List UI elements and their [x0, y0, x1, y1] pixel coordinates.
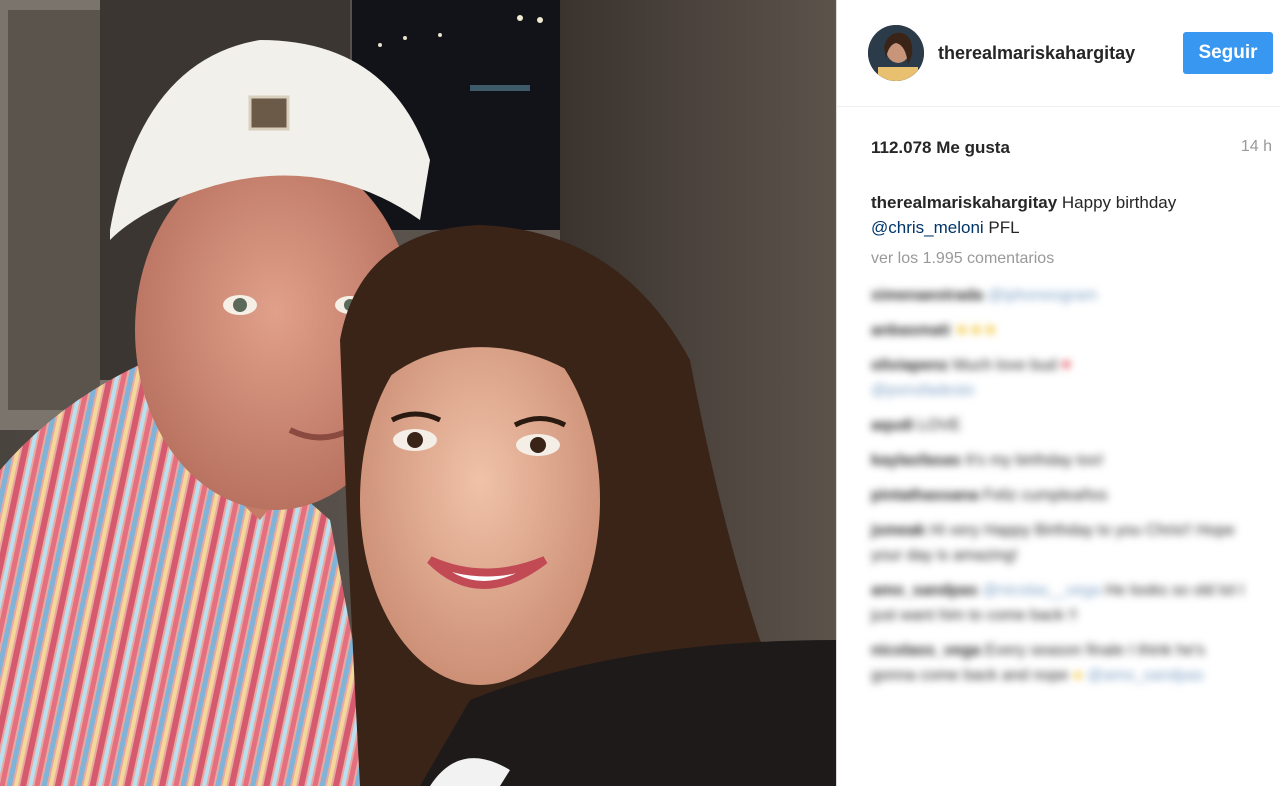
comment-item: anbasmati ★★★ — [871, 318, 1251, 343]
comment-list: ximenaestrada @iphoneogram anbasmati ★★★… — [871, 283, 1251, 698]
post-header: therealmariskahargitay Seguir — [837, 0, 1280, 107]
emoji-icon: ● — [1072, 667, 1083, 684]
comment-item: kaylasfasas It's my birthday too! — [871, 448, 1251, 473]
comment-text: Hi very Happy Birthday to you Chris!! Ho… — [871, 522, 1235, 564]
comment-username[interactable]: ximenaestrada — [871, 287, 983, 304]
comment-mention[interactable]: @nicolas__vega — [982, 582, 1101, 599]
comment-username[interactable]: jsmeak — [871, 522, 925, 539]
comment-mention[interactable]: @amo_sandpas — [1087, 667, 1204, 684]
comment-username[interactable]: amo_sandpas — [871, 582, 978, 599]
emoji-icon: ★★★ — [954, 322, 998, 339]
comment-item: aqudi LOVE — [871, 413, 1251, 438]
comment-username[interactable]: aqudi — [871, 417, 914, 434]
comment-text: LOVE — [918, 417, 961, 434]
caption-mention[interactable]: @chris_meloni — [871, 218, 984, 237]
comment-text: Much love bud — [952, 357, 1057, 374]
avatar-image — [868, 25, 924, 81]
caption-text-end: PFL — [988, 218, 1020, 237]
comment-item: amo_sandpas @nicolas__vega He looks so o… — [871, 578, 1251, 628]
comment-username[interactable]: oliviapenz — [871, 357, 948, 374]
post-sidebar: therealmariskahargitay Seguir 112.078 Me… — [837, 0, 1280, 786]
comment-item: ximenaestrada @iphoneogram — [871, 283, 1251, 308]
comment-mention[interactable]: @ponsfadesto — [871, 382, 974, 399]
heart-icon: ♥ — [1061, 357, 1071, 374]
post-username[interactable]: therealmariskahargitay — [938, 43, 1135, 64]
comment-text: Feliz cumpleaños — [983, 487, 1108, 504]
comment-username[interactable]: kaylasfasas — [871, 452, 961, 469]
post-timestamp[interactable]: 14 h — [1241, 138, 1272, 156]
caption-username[interactable]: therealmariskahargitay — [871, 193, 1057, 212]
profile-avatar[interactable] — [868, 25, 924, 81]
comment-item: pintathassana Feliz cumpleaños — [871, 483, 1251, 508]
selfie-photo-image — [0, 0, 836, 786]
comment-item: nicolass_vega Every season finale I thin… — [871, 638, 1251, 688]
like-count[interactable]: 112.078 Me gusta — [871, 138, 1010, 158]
caption-text: Happy birthday — [1061, 193, 1177, 212]
comment-username[interactable]: anbasmati — [871, 322, 950, 339]
comment-username[interactable]: pintathassana — [871, 487, 979, 504]
comment-mention[interactable]: @iphoneogram — [988, 287, 1098, 304]
view-all-comments-link[interactable]: ver los 1.995 comentarios — [871, 250, 1054, 268]
post-photo[interactable] — [0, 0, 836, 786]
comment-text: It's my birthday too! — [965, 452, 1104, 469]
post-caption: therealmariskahargitay Happy birthday @c… — [871, 190, 1271, 240]
comment-username[interactable]: nicolass_vega — [871, 642, 980, 659]
follow-button[interactable]: Seguir — [1183, 32, 1273, 74]
comment-item: oliviapenz Much love bud ♥ @ponsfadesto — [871, 353, 1251, 403]
comment-item: jsmeak Hi very Happy Birthday to you Chr… — [871, 518, 1251, 568]
